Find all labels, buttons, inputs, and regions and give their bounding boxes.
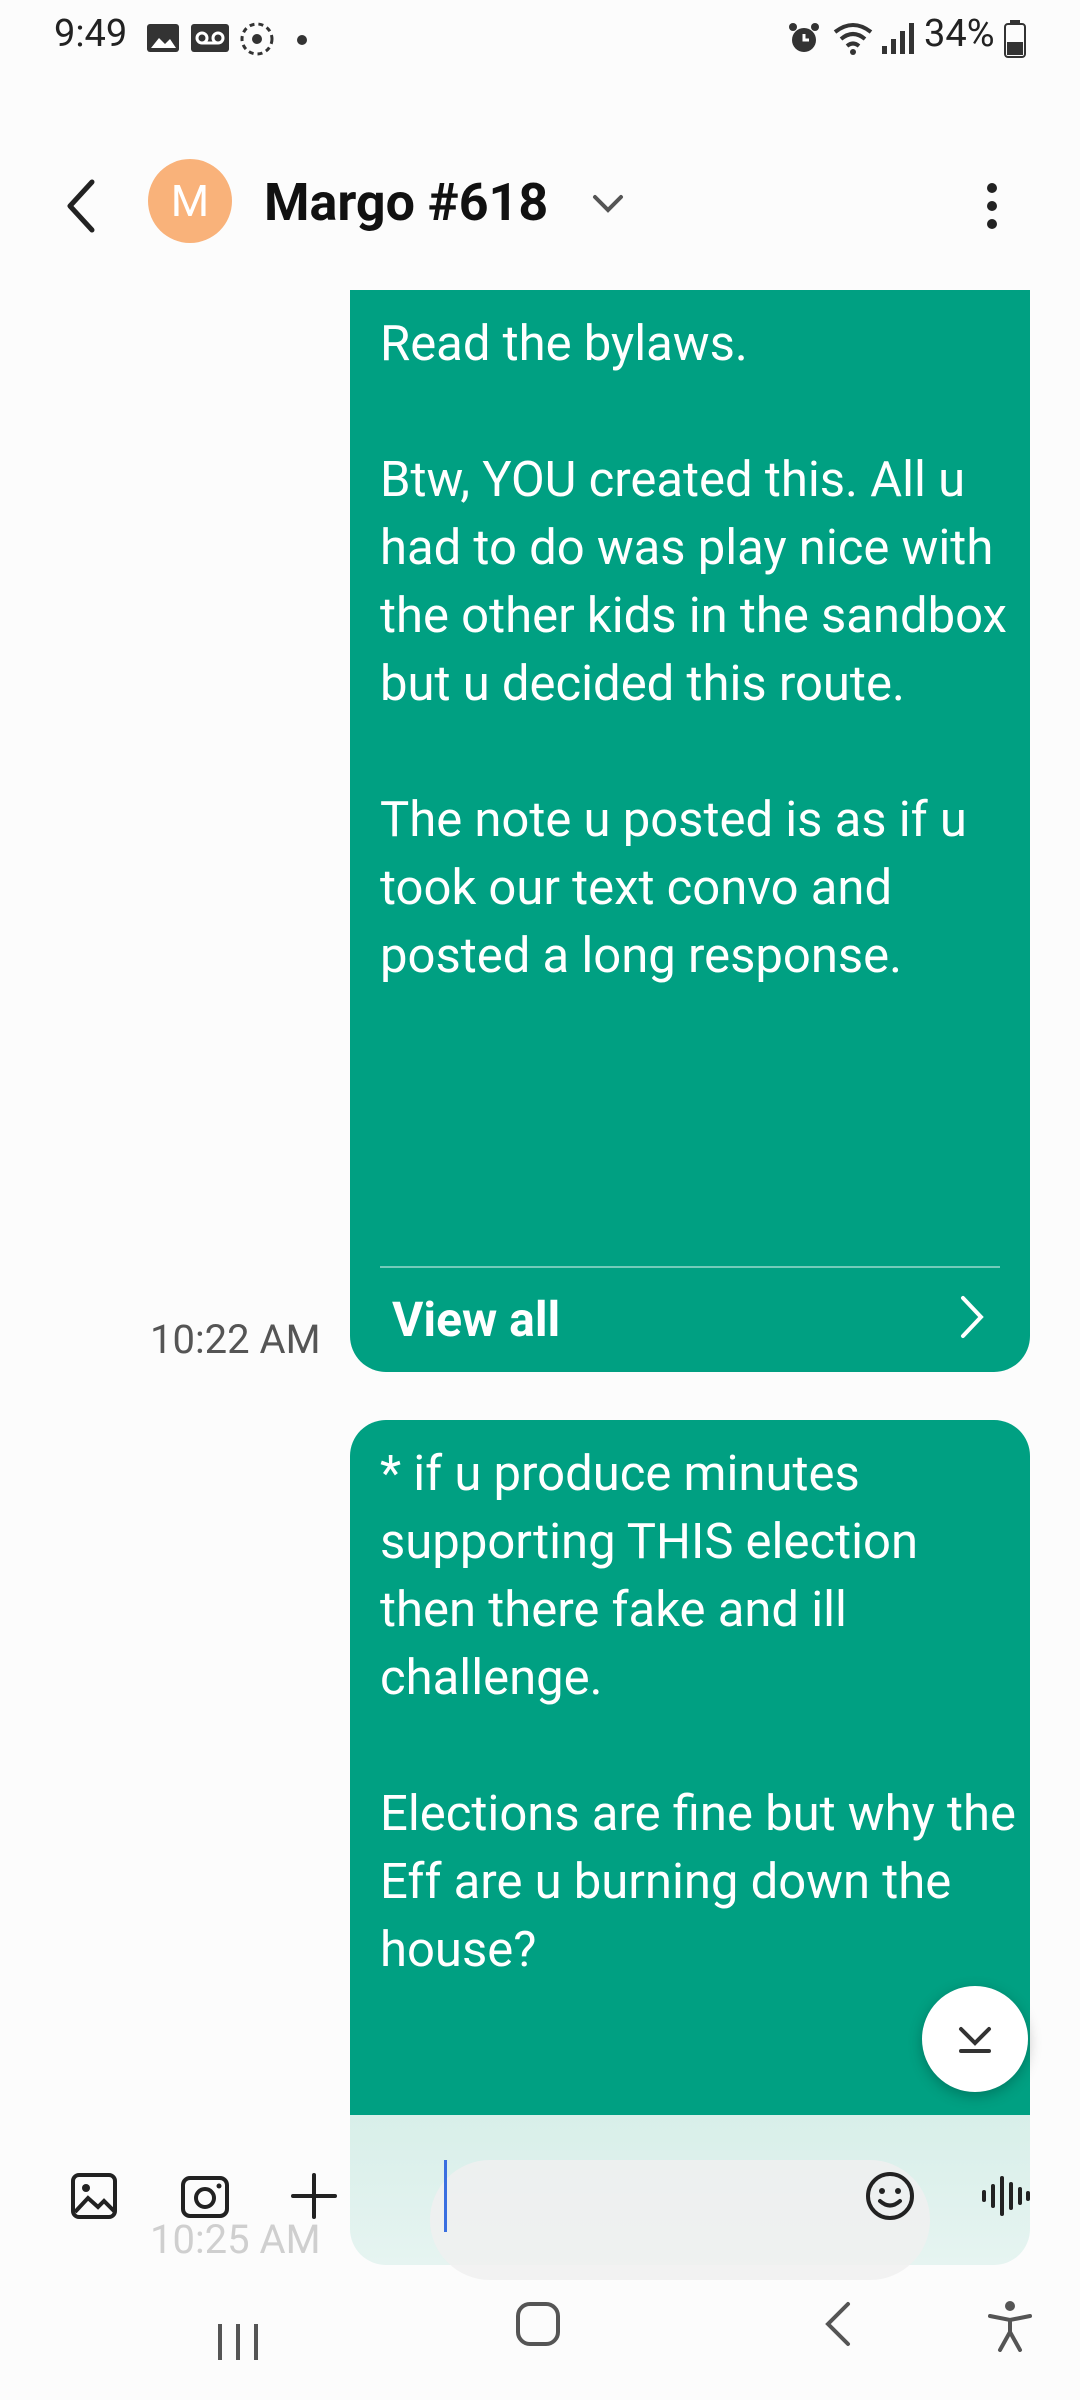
plus-icon[interactable] <box>290 2172 338 2220</box>
message-timestamp: 10:25 AM <box>150 2216 321 2263</box>
sync-notification-icon <box>240 22 274 56</box>
view-all-button[interactable]: View all <box>350 1268 1030 1372</box>
chevron-right-icon <box>961 1296 984 1338</box>
back-nav-icon[interactable] <box>822 2300 854 2348</box>
status-bar: 9:49 34% <box>0 0 1080 80</box>
more-notifications-dot-icon <box>297 35 307 45</box>
scroll-to-bottom-button[interactable] <box>922 1986 1028 2092</box>
gallery-icon[interactable] <box>70 2172 118 2220</box>
home-icon[interactable] <box>514 2300 562 2348</box>
scroll-down-icon <box>959 2027 991 2053</box>
message-bubble[interactable]: Read the bylaws. Btw, YOU created this. … <box>350 290 1030 1372</box>
voice-icon[interactable] <box>980 2174 1032 2218</box>
view-all-label: View all <box>392 1291 561 1348</box>
message-text: Read the bylaws. Btw, YOU created this. … <box>380 315 1007 984</box>
avatar[interactable]: M <box>148 159 232 243</box>
wifi-icon <box>833 23 873 55</box>
voicemail-notification-icon <box>191 24 229 52</box>
contact-name[interactable]: Margo #618 <box>264 172 548 233</box>
message-input[interactable] <box>430 2160 930 2280</box>
chevron-down-icon[interactable] <box>590 192 626 216</box>
battery-percent: 34% <box>924 12 995 56</box>
message-text: * if u produce minutes supporting THIS e… <box>380 1445 1016 1978</box>
gallery-notification-icon <box>147 24 179 52</box>
battery-icon <box>1004 20 1026 58</box>
recents-icon[interactable] <box>214 2320 262 2364</box>
status-time: 9:49 <box>54 12 128 56</box>
signal-icon <box>882 23 914 54</box>
emoji-icon[interactable] <box>864 2170 916 2222</box>
back-arrow-icon[interactable] <box>62 178 102 234</box>
avatar-letter: M <box>170 175 210 227</box>
message-timestamp: 10:22 AM <box>150 1316 321 1363</box>
accessibility-icon[interactable] <box>986 2300 1034 2352</box>
text-cursor <box>444 2160 447 2232</box>
alarm-icon <box>789 23 819 52</box>
camera-icon[interactable] <box>180 2172 230 2220</box>
more-vertical-icon[interactable] <box>980 180 1004 232</box>
